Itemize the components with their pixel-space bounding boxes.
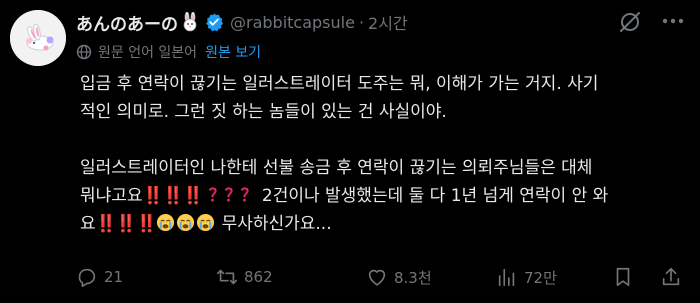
rabbit-emoji-icon	[183, 12, 197, 32]
show-original-link[interactable]: 원본 보기	[205, 42, 261, 62]
post-text-segment: 무사하신가요...	[221, 214, 332, 234]
grok-icon[interactable]	[616, 8, 644, 36]
translation-row: 원문 언어 일본어 원본 보기	[76, 42, 261, 62]
separator-dot: ·	[358, 12, 365, 32]
display-name[interactable]: あんのあーの	[76, 10, 178, 35]
post-line: 적인 의미로. 그런 짓 하는 놈들이 있는 건 사실이야.	[80, 102, 447, 122]
rabbit-avatar	[10, 10, 66, 66]
post-text-segment: 뭐냐고요	[80, 186, 143, 206]
double-exclamation-marks: ‼️‼️‼️	[95, 214, 158, 234]
repost-icon	[217, 269, 237, 285]
crying-face-icon	[157, 213, 175, 232]
avatar[interactable]	[10, 10, 66, 66]
globe-icon	[76, 44, 92, 60]
like-button[interactable]: 8.3천	[366, 262, 432, 292]
post-line: 요‼️‼️‼️ 무사하신가요...	[80, 210, 690, 238]
double-exclamation-marks: ‼️‼️‼️	[142, 186, 205, 206]
bookmark-icon	[616, 267, 630, 287]
reply-count: 21	[104, 268, 124, 286]
post-header: あんのあーの @rabbitcapsule · 2시간	[76, 8, 408, 36]
post-line: 입금 후 연락이 끊기는 일러스트레이터 도주는 뭐, 이해가 가는 거지. 사…	[80, 74, 599, 94]
handle[interactable]: @rabbitcapsule	[230, 13, 355, 32]
views-icon	[498, 268, 515, 287]
translation-note: 원문 언어 일본어	[98, 45, 198, 61]
more-icon[interactable]	[660, 10, 686, 32]
post-text-segment: 요	[80, 214, 96, 234]
question-marks: ？？？	[208, 186, 257, 206]
like-count: 8.3천	[394, 268, 432, 287]
bookmark-button[interactable]	[612, 262, 640, 292]
heart-icon	[368, 269, 386, 286]
reply-icon	[78, 268, 96, 287]
crying-face-icon	[177, 213, 195, 232]
crying-face-icon	[197, 213, 215, 232]
reply-button[interactable]: 21	[76, 262, 123, 292]
post-text: 입금 후 연락이 끊기는 일러스트레이터 도주는 뭐, 이해가 가는 거지. 사…	[80, 70, 690, 238]
post-line: 일러스트레이터인 나한테 선불 송금 후 연락이 끊기는 의뢰주님들은 대체	[80, 158, 593, 178]
post-line: 뭐냐고요‼️‼️‼️ ？？？ 2건이나 발생했는데 둘 다 1년 넘게 연락이 …	[80, 182, 690, 210]
post-text-segment: 2건이나 발생했는데 둘 다 1년 넘게 연락이 안 와	[261, 186, 609, 206]
tweet[interactable]: あんのあーの @rabbitcapsule · 2시간 원문 언어 일본어 원본…	[0, 0, 700, 303]
share-button[interactable]	[660, 262, 688, 292]
repost-count: 862	[244, 268, 273, 286]
verified-badge-icon[interactable]	[204, 12, 224, 32]
action-bar: 21 862 8.3천 72만	[76, 262, 696, 292]
views-button[interactable]: 72만	[496, 262, 557, 292]
share-icon	[662, 267, 680, 286]
views-count: 72만	[524, 268, 557, 287]
timestamp[interactable]: 2시간	[368, 10, 408, 34]
repost-button[interactable]: 862	[216, 262, 273, 292]
